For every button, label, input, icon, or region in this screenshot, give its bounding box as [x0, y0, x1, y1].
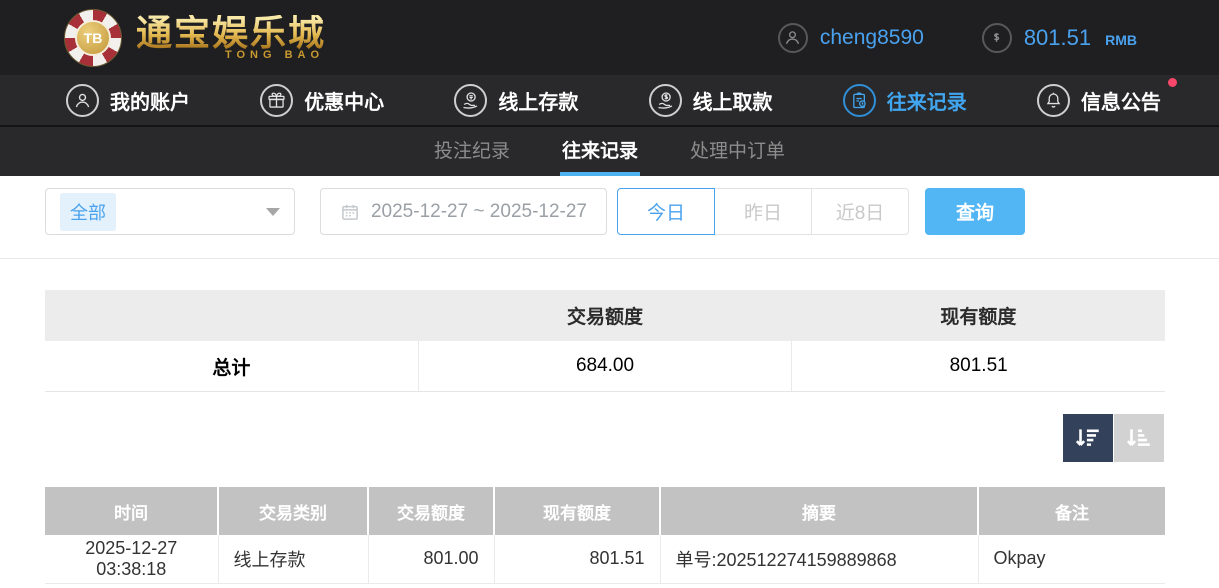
section-divider — [0, 258, 1219, 259]
table-row: 2025-12-27 03:38:18 线上存款 801.00 801.51 单… — [45, 535, 1165, 583]
cell-remark: Okpay — [978, 535, 1165, 583]
balance-amount: 801.51 — [1024, 25, 1091, 51]
nav-item-my-account[interactable]: 我的账户 — [66, 84, 190, 117]
col-header-balance: 现有额度 — [494, 487, 660, 535]
nav-label: 优惠中心 — [304, 86, 384, 115]
username: cheng8590 — [820, 26, 924, 50]
records-table: 时间 交易类别 交易额度 现有额度 摘要 备注 2025-12-27 03:38… — [45, 487, 1165, 584]
nav-item-transaction-records[interactable]: 往来记录 — [843, 84, 967, 117]
user-account-block[interactable]: cheng8590 — [778, 23, 924, 53]
main-nav: 我的账户 优惠中心 线上存款 — [0, 75, 1219, 125]
nav-item-promotions[interactable]: 优惠中心 — [260, 84, 384, 117]
site-title: 通宝娱乐城 — [136, 15, 326, 51]
sort-descending-icon — [1073, 425, 1103, 451]
nav-label: 往来记录 — [887, 86, 967, 115]
currency-label: RMB — [1105, 32, 1137, 48]
sort-descending-button[interactable] — [1063, 414, 1113, 462]
nav-label: 线上存款 — [498, 86, 578, 115]
col-header-time: 时间 — [45, 487, 218, 535]
cell-time: 2025-12-27 03:38:18 — [45, 535, 218, 583]
date-range-input[interactable]: 2025-12-27 ~ 2025-12-27 — [320, 188, 607, 235]
nav-item-deposit[interactable]: 线上存款 — [454, 84, 578, 117]
deposit-icon — [454, 84, 487, 117]
summary-header-transaction-amount: 交易额度 — [418, 290, 791, 341]
col-header-summary: 摘要 — [660, 487, 978, 535]
user-icon — [66, 84, 99, 117]
query-button[interactable]: 查询 — [925, 188, 1025, 235]
bell-icon — [1037, 84, 1070, 117]
summary-current-balance: 801.51 — [792, 341, 1165, 391]
user-icon — [778, 23, 808, 53]
gift-icon — [260, 84, 293, 117]
withdraw-icon — [649, 84, 682, 117]
sort-ascending-icon — [1124, 425, 1154, 451]
transaction-type-select[interactable]: 全部 — [45, 188, 295, 235]
col-header-remark: 备注 — [978, 487, 1165, 535]
sort-controls — [0, 414, 1164, 462]
col-header-amount: 交易额度 — [368, 487, 494, 535]
col-header-type: 交易类别 — [218, 487, 368, 535]
today-button[interactable]: 今日 — [617, 188, 715, 235]
tab-betting-records[interactable]: 投注纪录 — [432, 127, 512, 176]
summary-transaction-amount: 684.00 — [419, 341, 793, 391]
dollar-coin-icon — [982, 23, 1012, 53]
summary-total-label: 总计 — [45, 341, 419, 391]
tab-transaction-records[interactable]: 往来记录 — [560, 127, 640, 176]
date-range-value: 2025-12-27 ~ 2025-12-27 — [371, 201, 587, 223]
notification-dot — [1168, 78, 1177, 87]
last-8-days-button[interactable]: 近8日 — [811, 188, 909, 235]
nav-label: 线上取款 — [693, 86, 773, 115]
records-icon — [843, 84, 876, 117]
cell-balance: 801.51 — [494, 535, 660, 583]
poker-chip-icon: TB — [64, 9, 122, 67]
selected-type-chip: 全部 — [60, 193, 116, 231]
sort-ascending-button[interactable] — [1114, 414, 1164, 462]
balance-block[interactable]: 801.51 RMB — [982, 23, 1137, 53]
cell-summary: 单号:202512274159889868 — [660, 535, 978, 583]
record-tabs: 投注纪录 往来记录 处理中订单 — [0, 125, 1219, 176]
chevron-down-icon — [266, 208, 280, 216]
quick-date-group: 今日 昨日 近8日 — [617, 188, 909, 235]
site-logo[interactable]: TB 通宝娱乐城 TONG BAO — [64, 9, 326, 67]
cell-amount: 801.00 — [368, 535, 494, 583]
summary-total-row: 总计 684.00 801.51 — [45, 341, 1165, 392]
top-header: TB 通宝娱乐城 TONG BAO cheng8590 801.51 RMB — [0, 0, 1219, 75]
nav-item-announcements[interactable]: 信息公告 — [1037, 84, 1161, 117]
tab-processing-orders[interactable]: 处理中订单 — [688, 127, 787, 176]
nav-label: 我的账户 — [110, 86, 190, 115]
calendar-icon — [340, 202, 360, 222]
yesterday-button[interactable]: 昨日 — [714, 188, 812, 235]
summary-table: 交易额度 现有额度 总计 684.00 801.51 — [45, 290, 1165, 392]
filter-bar: 全部 2025-12-27 ~ 2025-12-27 今日 昨日 近8日 查询 — [45, 188, 1174, 235]
nav-label: 信息公告 — [1081, 86, 1161, 115]
chip-monogram: TB — [75, 20, 111, 56]
nav-item-withdraw[interactable]: 线上取款 — [649, 84, 773, 117]
summary-header-empty — [45, 290, 418, 341]
cell-type: 线上存款 — [218, 535, 368, 583]
summary-header-current-balance: 现有额度 — [792, 290, 1165, 341]
